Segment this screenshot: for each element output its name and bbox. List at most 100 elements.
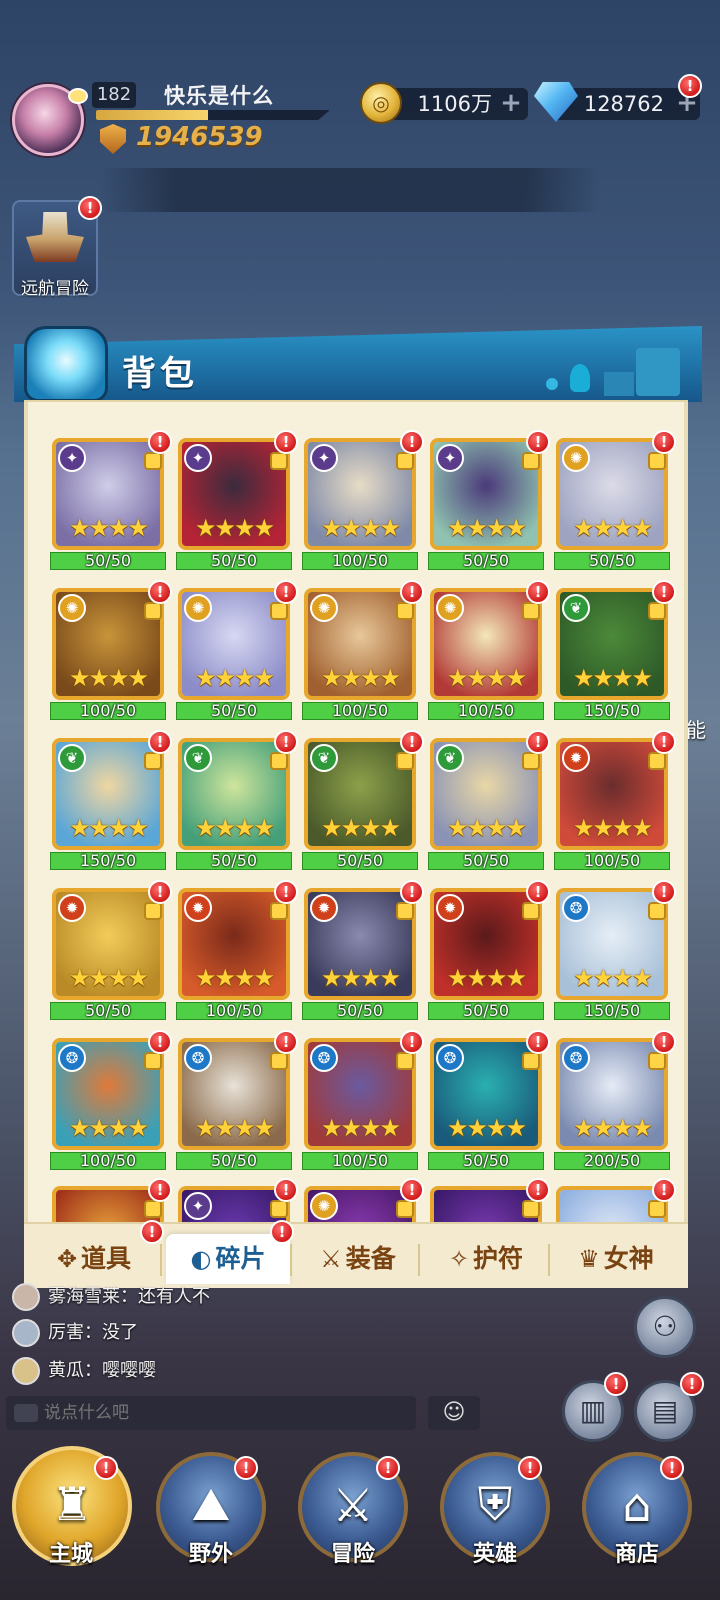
fragment-count: 100/50: [50, 702, 166, 720]
puzzle-piece-icon: [522, 602, 540, 620]
star-rating: ★★★★: [68, 814, 149, 842]
tab-label: 护符: [473, 1244, 524, 1273]
puzzle-piece-icon: [144, 1052, 162, 1070]
faction-water-icon: ❂: [58, 1044, 86, 1072]
nav-alert-badge: !: [94, 1456, 118, 1480]
puzzle-piece-icon: [522, 752, 540, 770]
fragment-count: 100/50: [176, 1002, 292, 1020]
faction-light-icon: ✺: [310, 594, 338, 622]
nav-emblem-icon: ⌂: [622, 1477, 652, 1532]
fragment-count: 50/50: [176, 852, 292, 870]
star-rating: ★★★★: [320, 964, 401, 992]
fragment-alert-badge: !: [274, 1030, 298, 1054]
notice-banner: [100, 168, 600, 212]
fragments-tab-badge: !: [270, 1220, 294, 1244]
puzzle-piece-icon: [522, 1052, 540, 1070]
tab-icon: ◐: [190, 1245, 212, 1273]
puzzle-piece-icon: [270, 752, 288, 770]
fragment-alert-badge: !: [400, 730, 424, 754]
player-level: 182: [92, 82, 136, 108]
header-decoration: [546, 348, 692, 398]
fragment-count: 150/50: [554, 1002, 670, 1020]
hero-fragment-grid[interactable]: ✦ ★★★★! 50/50 ✦ ★★★★! 50/50 ✦ ★★★★! 100/50 ✦ ★★★★!…: [24, 402, 688, 1278]
fragment-count: 100/50: [554, 852, 670, 870]
puzzle-piece-icon: [144, 902, 162, 920]
puzzle-piece-icon: [396, 1052, 414, 1070]
star-rating: ★★★★: [446, 664, 527, 692]
puzzle-piece-icon: [522, 1200, 540, 1218]
fragment-alert-badge: !: [526, 730, 550, 754]
faction-nature-icon: ❦: [562, 594, 590, 622]
add-gold-button[interactable]: +: [498, 90, 524, 117]
player-name: 快乐是什么: [164, 84, 274, 108]
tab-icon: ✧: [448, 1245, 470, 1273]
tab-4[interactable]: ♛ 女神: [554, 1234, 678, 1284]
puzzle-piece-icon: [648, 602, 666, 620]
emoji-button[interactable]: ☺: [428, 1396, 480, 1430]
puzzle-piece-icon: [648, 902, 666, 920]
star-rating: ★★★★: [194, 514, 275, 542]
gems-alert-badge: !: [678, 74, 702, 98]
backpack-tabs: ✥ 道具 ◐ 碎片 ⚔ 装备 ✧ 护符 ♛ 女神: [24, 1222, 688, 1288]
puzzle-piece-icon: [648, 452, 666, 470]
friends-button[interactable]: ⚇: [634, 1296, 696, 1358]
chat-input[interactable]: [6, 1396, 416, 1430]
puzzle-piece-icon: [396, 452, 414, 470]
nav-label: 冒险: [330, 1542, 375, 1567]
nav-alert-badge: !: [660, 1456, 684, 1480]
fragment-alert-badge: !: [652, 580, 676, 604]
box-icon: [604, 372, 634, 396]
star-rating: ★★★★: [572, 1114, 653, 1142]
chat-avatar: [12, 1357, 40, 1385]
faction-water-icon: ❂: [310, 1044, 338, 1072]
star-rating: ★★★★: [446, 964, 527, 992]
faction-dark-icon: ✦: [184, 444, 212, 472]
tab-1[interactable]: ◐ 碎片: [166, 1234, 290, 1284]
star-rating: ★★★★: [572, 514, 653, 542]
faction-light-icon: ✺: [562, 444, 590, 472]
faction-light-icon: ✺: [184, 594, 212, 622]
puzzle-piece-icon: [144, 602, 162, 620]
fragment-alert-badge: !: [274, 880, 298, 904]
faction-water-icon: ❂: [436, 1044, 464, 1072]
tab-label: 碎片: [215, 1244, 266, 1273]
puzzle-piece-icon: [270, 1052, 288, 1070]
chat-text: 黄瓜：嘤嘤嘤: [48, 1360, 156, 1381]
fragment-alert-badge: !: [148, 880, 172, 904]
star-rating: ★★★★: [320, 1114, 401, 1142]
tab-2[interactable]: ⚔ 装备: [296, 1234, 420, 1284]
tab-3[interactable]: ✧ 护符: [424, 1234, 548, 1284]
faction-dark-icon: ✦: [310, 444, 338, 472]
tab-separator: [548, 1244, 550, 1276]
puzzle-piece-icon: [270, 1200, 288, 1218]
puzzle-piece-icon: [396, 602, 414, 620]
fragment-alert-badge: !: [400, 580, 424, 604]
voyage-label: 远航冒险: [21, 279, 89, 299]
nav-label: 英雄: [472, 1542, 517, 1567]
star-rating: ★★★★: [446, 514, 527, 542]
backpack-title: 背包: [122, 354, 198, 394]
fragment-alert-badge: !: [526, 580, 550, 604]
faction-light-icon: ✺: [436, 594, 464, 622]
puzzle-piece-icon: [270, 452, 288, 470]
fragment-alert-badge: !: [148, 1178, 172, 1202]
puzzle-piece-icon: [648, 752, 666, 770]
tab-0[interactable]: ✥ 道具: [32, 1234, 156, 1284]
puzzle-piece-icon: [396, 902, 414, 920]
tab-label: 道具: [81, 1244, 132, 1273]
fragment-alert-badge: !: [526, 1030, 550, 1054]
fragment-count: 200/50: [554, 1152, 670, 1170]
faction-fire-icon: ✹: [58, 894, 86, 922]
fragment-alert-badge: !: [526, 1178, 550, 1202]
star-rating: ★★★★: [68, 964, 149, 992]
faction-dark-icon: ✦: [184, 1192, 212, 1220]
fragment-alert-badge: !: [148, 580, 172, 604]
fragment-count: 50/50: [50, 552, 166, 570]
puzzle-piece-icon: [144, 752, 162, 770]
tab-separator: [160, 1244, 162, 1276]
power-shield-icon: [100, 124, 126, 154]
nav-label: 主城: [48, 1542, 93, 1567]
star-rating: ★★★★: [320, 814, 401, 842]
faction-nature-icon: ❦: [310, 744, 338, 772]
tab-icon: ♛: [578, 1245, 600, 1273]
